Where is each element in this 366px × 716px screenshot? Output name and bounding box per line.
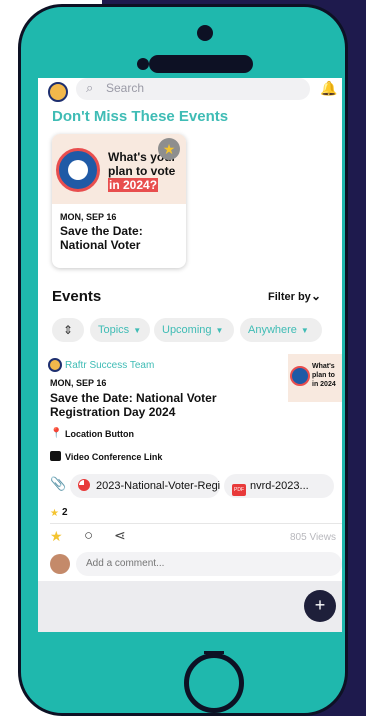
share-icon[interactable]: ⋖ xyxy=(114,527,126,544)
reaction-count: 2 xyxy=(62,507,68,518)
event-date: MON, SEP 16 xyxy=(50,378,107,388)
sensor-dot xyxy=(137,58,149,70)
location-pin-icon: 📍 xyxy=(50,428,63,439)
comment-icon[interactable]: ○ xyxy=(84,527,93,544)
star-button-icon[interactable]: ★ xyxy=(50,528,63,545)
events-heading: Events xyxy=(52,288,102,305)
featured-heading: Don't Miss These Events xyxy=(52,108,229,125)
attachment-chip[interactable]: 2023-National-Voter-Regi... xyxy=(70,474,220,498)
featured-event-card[interactable]: What's your plan to vote in 2024? ★ MON,… xyxy=(52,134,186,268)
comment-input[interactable] xyxy=(76,552,342,576)
video-icon xyxy=(50,451,61,461)
anywhere-filter-chip[interactable]: Anywhere ▼ xyxy=(240,318,322,342)
topics-filter-chip[interactable]: Topics ▼ xyxy=(90,318,150,342)
home-button[interactable] xyxy=(184,653,244,713)
bottom-area xyxy=(38,581,342,632)
star-reaction-icon: ★ xyxy=(50,508,59,519)
top-bar: ⌕ Search 🔔 xyxy=(38,78,342,104)
divider xyxy=(50,523,342,524)
event-title[interactable]: Save the Date: National Voter Registrati… xyxy=(50,391,250,419)
speaker-slot xyxy=(149,55,253,73)
video-conference-link[interactable]: Video Conference Link xyxy=(65,452,162,462)
user-avatar[interactable] xyxy=(48,82,68,102)
organizer-name[interactable]: Raftr Success Team xyxy=(65,360,154,371)
search-placeholder: Search xyxy=(106,81,145,95)
voter-seal-logo xyxy=(56,148,100,192)
upcoming-filter-chip[interactable]: Upcoming ▼ xyxy=(154,318,234,342)
featured-event-title: Save the Date: National Voter xyxy=(60,224,143,252)
view-count: 805 Views xyxy=(290,532,336,543)
app-screen: ⌕ Search 🔔 Don't Miss These Events What'… xyxy=(38,78,342,632)
pie-chart-icon xyxy=(78,479,90,491)
location-button[interactable]: Location Button xyxy=(65,429,134,439)
search-icon: ⌕ xyxy=(86,80,94,95)
filter-by-button[interactable]: Filter by xyxy=(268,291,311,303)
event-thumbnail[interactable]: What's plan to in 2024 xyxy=(288,354,342,402)
sort-toggle-button[interactable]: ⇕ xyxy=(52,318,84,342)
paperclip-icon: 📎 xyxy=(50,476,67,491)
pdf-icon: PDF xyxy=(232,484,246,496)
attachment-chip[interactable]: PDF nvrd-2023... xyxy=(224,474,334,498)
bell-icon[interactable]: 🔔 xyxy=(320,80,337,97)
featured-event-date: MON, SEP 16 xyxy=(60,212,117,222)
event-thumbnail-text: What's plan to in 2024 xyxy=(312,363,336,388)
organizer-avatar[interactable] xyxy=(48,358,62,372)
search-input[interactable]: ⌕ Search xyxy=(76,78,310,100)
voter-seal-logo xyxy=(290,366,310,386)
commenter-avatar xyxy=(50,554,70,574)
star-icon[interactable]: ★ xyxy=(158,138,180,160)
add-button[interactable]: + xyxy=(304,590,336,622)
chevron-down-icon[interactable]: ⌄ xyxy=(311,289,321,303)
camera-dot xyxy=(197,25,213,41)
